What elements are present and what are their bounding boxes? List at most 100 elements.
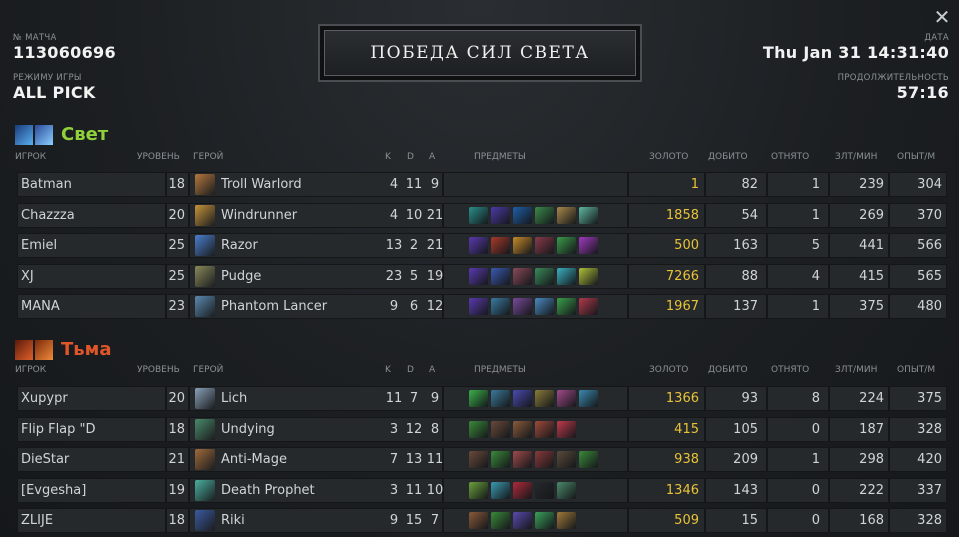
player-name[interactable]: DieStar: [21, 448, 161, 471]
item-icon[interactable]: [579, 390, 598, 407]
hero-portrait[interactable]: [195, 388, 215, 409]
player-row[interactable]: [Evgesha] 19 Death Prophet 3 11 10 1346 143 0 222…: [17, 477, 947, 503]
item-icon[interactable]: [513, 420, 532, 438]
player-row[interactable]: XJ 25 Pudge 23 5 19 7266 88 4 415 565: [17, 263, 947, 289]
item-icon[interactable]: [557, 512, 576, 529]
item-icon[interactable]: [535, 237, 554, 254]
hero-portrait[interactable]: [195, 449, 215, 470]
item-icon[interactable]: [469, 512, 488, 529]
hero-portrait[interactable]: [195, 174, 215, 195]
item-icon[interactable]: [469, 298, 488, 315]
item-icon[interactable]: [469, 267, 488, 285]
player-name[interactable]: Batman: [21, 173, 161, 196]
item-icon[interactable]: [491, 298, 510, 315]
item-icon[interactable]: [579, 237, 598, 254]
xp-per-min: 370: [917, 207, 942, 223]
item-icon[interactable]: [557, 298, 576, 315]
hero-name[interactable]: Lich: [221, 387, 381, 410]
hero-name[interactable]: Undying: [221, 418, 381, 441]
column-header-hero: ГЕРОЙ: [193, 365, 224, 375]
item-icon[interactable]: [469, 390, 488, 407]
player-row[interactable]: MANA 23 Phantom Lancer 9 6 12 1967 137 1 375 480: [17, 294, 947, 319]
item-icon[interactable]: [535, 512, 554, 529]
item-icon[interactable]: [513, 267, 532, 285]
item-icon[interactable]: [535, 390, 554, 407]
item-icon[interactable]: [513, 206, 532, 224]
player-row[interactable]: Xupypr 20 Lich 11 7 9 1366 93 8 224 375: [17, 386, 947, 411]
player-row[interactable]: Chazzza 20 Windrunner 4 10 21 1858 54 1 269 370: [17, 202, 947, 228]
player-name[interactable]: [Evgesha]: [21, 479, 161, 502]
item-icon[interactable]: [513, 481, 532, 499]
item-icon[interactable]: [491, 420, 510, 438]
item-icon[interactable]: [535, 420, 554, 438]
item-icon[interactable]: [469, 206, 488, 224]
player-row[interactable]: DieStar 21 Anti-Mage 7 13 11 938 209 1 298 420: [17, 447, 947, 472]
item-icon[interactable]: [491, 237, 510, 254]
item-icon[interactable]: [491, 481, 510, 499]
item-icon[interactable]: [579, 298, 598, 315]
hero-portrait[interactable]: [195, 510, 215, 531]
hero-name[interactable]: Phantom Lancer: [221, 295, 381, 318]
hero-portrait[interactable]: [195, 296, 215, 317]
xp-per-min: 480: [917, 299, 942, 314]
item-icon[interactable]: [557, 206, 576, 224]
close-icon[interactable]: ✕: [933, 7, 951, 27]
item-icon[interactable]: [491, 267, 510, 285]
item-icon[interactable]: [557, 390, 576, 407]
hero-name[interactable]: Anti-Mage: [221, 448, 381, 471]
item-icon[interactable]: [557, 420, 576, 438]
item-icon[interactable]: [579, 267, 598, 285]
hero-name[interactable]: Windrunner: [221, 204, 381, 227]
hero-portrait[interactable]: [195, 265, 215, 287]
denies: 4: [811, 268, 820, 284]
item-icon[interactable]: [469, 237, 488, 254]
item-icon[interactable]: [579, 451, 598, 468]
player-row[interactable]: Batman 18 Troll Warlord 4 11 9 1 82 1 239 304: [17, 172, 947, 197]
item-icon[interactable]: [535, 481, 554, 499]
item-icon[interactable]: [491, 390, 510, 407]
item-icon[interactable]: [513, 512, 532, 529]
item-icon[interactable]: [469, 420, 488, 438]
hero-name[interactable]: Pudge: [221, 265, 381, 288]
player-name[interactable]: Flip Flap "D: [21, 418, 161, 441]
item-icon[interactable]: [535, 451, 554, 468]
hero-name[interactable]: Death Prophet: [221, 479, 381, 502]
player-name[interactable]: Xupypr: [21, 387, 161, 410]
hero-name[interactable]: Troll Warlord: [221, 173, 381, 196]
item-icon[interactable]: [513, 237, 532, 254]
item-icon[interactable]: [557, 267, 576, 285]
item-icon[interactable]: [557, 481, 576, 499]
player-name[interactable]: MANA: [21, 295, 161, 318]
item-icon[interactable]: [535, 298, 554, 315]
hero-name[interactable]: Razor: [221, 234, 381, 257]
item-icon[interactable]: [535, 206, 554, 224]
hero-name[interactable]: Riki: [221, 509, 381, 532]
last-hits: 82: [741, 177, 758, 192]
hero-portrait[interactable]: [195, 235, 215, 256]
hero-portrait[interactable]: [195, 479, 215, 501]
item-icon[interactable]: [557, 451, 576, 468]
item-icon[interactable]: [491, 512, 510, 529]
player-row[interactable]: ZLIJE 18 Riki 9 15 7 509 15 0 168 328: [17, 508, 947, 533]
item-icon[interactable]: [469, 451, 488, 468]
item-icon[interactable]: [557, 237, 576, 254]
player-row[interactable]: Flip Flap "D 18 Undying 3 12 8 415 105 0 187 328: [17, 416, 947, 442]
player-name[interactable]: Chazzza: [21, 204, 161, 227]
kills: 3: [389, 482, 399, 498]
player-name[interactable]: XJ: [21, 265, 161, 288]
item-icon[interactable]: [491, 206, 510, 224]
item-icon[interactable]: [579, 206, 598, 224]
item-icon[interactable]: [513, 451, 532, 468]
row-divider: [188, 448, 190, 471]
item-icon[interactable]: [513, 298, 532, 315]
item-icon[interactable]: [513, 390, 532, 407]
hero-portrait[interactable]: [195, 418, 215, 440]
item-icon[interactable]: [491, 451, 510, 468]
date-label: ДАТА: [924, 33, 949, 43]
player-name[interactable]: Emiel: [21, 234, 161, 257]
item-icon[interactable]: [469, 481, 488, 499]
item-icon[interactable]: [535, 267, 554, 285]
hero-portrait[interactable]: [195, 204, 215, 226]
player-name[interactable]: ZLIJE: [21, 509, 161, 532]
player-row[interactable]: Emiel 25 Razor 13 2 21 500 163 5 441 566: [17, 233, 947, 258]
